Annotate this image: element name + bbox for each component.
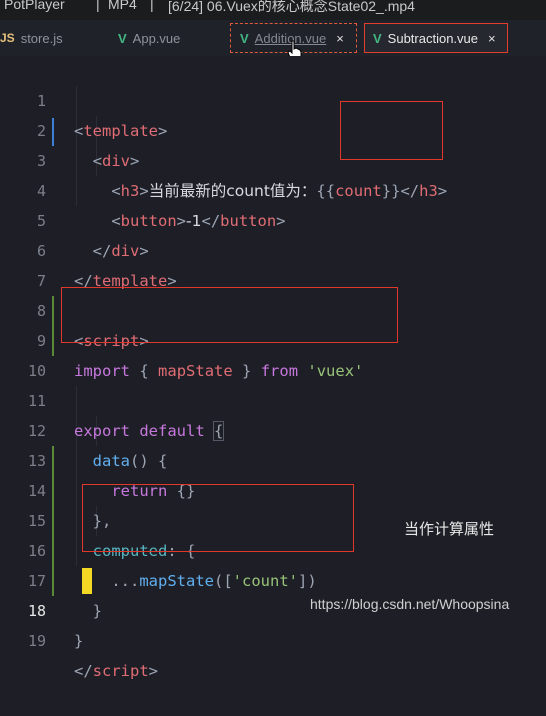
code-token: } <box>74 632 84 650</box>
tab-label: store.js <box>20 30 63 46</box>
tab-store-js[interactable]: JS store.js <box>0 23 88 53</box>
title-separator: | <box>150 0 154 12</box>
code-line: 7 <box>0 236 546 290</box>
video-file-name: [6/24] 06.Vuex的核心概念State02_.mp4 <box>168 0 415 14</box>
vue-icon: V <box>373 30 382 46</box>
code-token: script <box>92 662 149 680</box>
tab-label: Subtraction.vue <box>387 30 479 46</box>
code-line: 4 <button>-1</button> <box>0 146 546 230</box>
code-line: 5 </div> <box>0 176 546 260</box>
tab-subtraction-vue[interactable]: V Subtraction.vue × <box>364 23 508 53</box>
line-number: 19 <box>27 632 46 650</box>
code-line: 14 }, <box>0 446 546 530</box>
highlight-box-import <box>61 287 398 343</box>
vue-icon: V <box>240 30 249 46</box>
close-icon[interactable]: × <box>336 31 344 46</box>
watermark: https://blog.csdn.net/Whoopsina <box>310 596 510 612</box>
code-line: 11 export default { <box>0 356 546 441</box>
annotation-caption: 当作计算属性 <box>404 520 495 538</box>
highlight-box-count <box>340 101 443 160</box>
player-name: PotPlayer <box>4 0 65 12</box>
code-line: 3 <h3>当前最新的count值为：{{count}}</h3> <box>0 116 546 200</box>
title-separator: | <box>96 0 100 12</box>
tab-label: App.vue <box>132 30 181 46</box>
code-line: 12 data() { <box>0 386 546 470</box>
code-line: 6 </template> <box>0 206 546 290</box>
js-icon: JS <box>0 31 15 45</box>
video-format: MP4 <box>108 0 137 12</box>
editor-tab-bar: JS store.js V App.vue V Addition.vue × V… <box>0 20 546 57</box>
text-cursor <box>82 568 92 594</box>
code-line: 2 <div> <box>0 86 546 170</box>
tab-app-vue[interactable]: V App.vue <box>108 23 220 53</box>
vue-icon: V <box>118 30 127 46</box>
code-line: 1 <template> <box>0 56 546 140</box>
video-player-title-bar: PotPlayer | MP4 | [6/24] 06.Vuex的核心概念Sta… <box>0 0 546 20</box>
code-line: 13 return {} <box>0 416 546 500</box>
highlight-box-computed <box>82 484 354 552</box>
close-icon[interactable]: × <box>488 31 496 46</box>
